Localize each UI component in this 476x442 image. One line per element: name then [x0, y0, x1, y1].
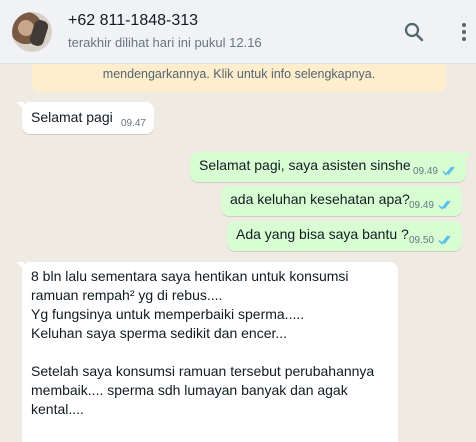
chat-header: +62 811-1848-313 terakhir dilihat hari i… [0, 0, 476, 64]
message-text: 8 bln lalu sementara saya hentikan untuk… [31, 268, 375, 417]
message-text: Selamat pagi [31, 109, 113, 125]
message-outgoing[interactable]: Ada yang bisa saya bantu ? 09.50 [227, 221, 462, 251]
more-vertical-icon[interactable] [452, 20, 476, 44]
contact-avatar[interactable] [12, 12, 52, 52]
encryption-info-banner[interactable]: mendengarkannya. Klik untuk info selengk… [32, 64, 446, 92]
double-check-icon [438, 235, 451, 245]
message-outgoing[interactable]: ada keluhan kesehatan apa? 09.49 [221, 186, 462, 216]
double-check-icon [438, 200, 451, 210]
chat-message-area: mendengarkannya. Klik untuk info selengk… [0, 64, 476, 442]
message-time: 09.50 [408, 235, 434, 246]
message-outgoing[interactable]: Selamat pagi, saya asisten sinshe 09.49 [190, 152, 472, 182]
contact-phone-number[interactable]: +62 811-1848-313 [68, 12, 198, 30]
message-time: 09.47 [120, 118, 146, 129]
message-incoming[interactable]: 8 bln lalu sementara saya hentikan untuk… [16, 262, 398, 442]
search-icon[interactable] [402, 20, 426, 44]
last-seen-status: terakhir dilihat hari ini pukul 12.16 [68, 35, 262, 50]
message-incoming[interactable]: Selamat pagi 09.47 [16, 102, 154, 134]
message-time: 09.49 [412, 166, 438, 177]
message-time: 09.49 [408, 200, 434, 211]
message-text: ada keluhan kesehatan apa? [230, 191, 410, 207]
message-text: Selamat pagi, saya asisten sinshe [199, 157, 411, 173]
double-check-icon [442, 166, 455, 176]
message-text: Ada yang bisa saya bantu ? [236, 226, 409, 242]
